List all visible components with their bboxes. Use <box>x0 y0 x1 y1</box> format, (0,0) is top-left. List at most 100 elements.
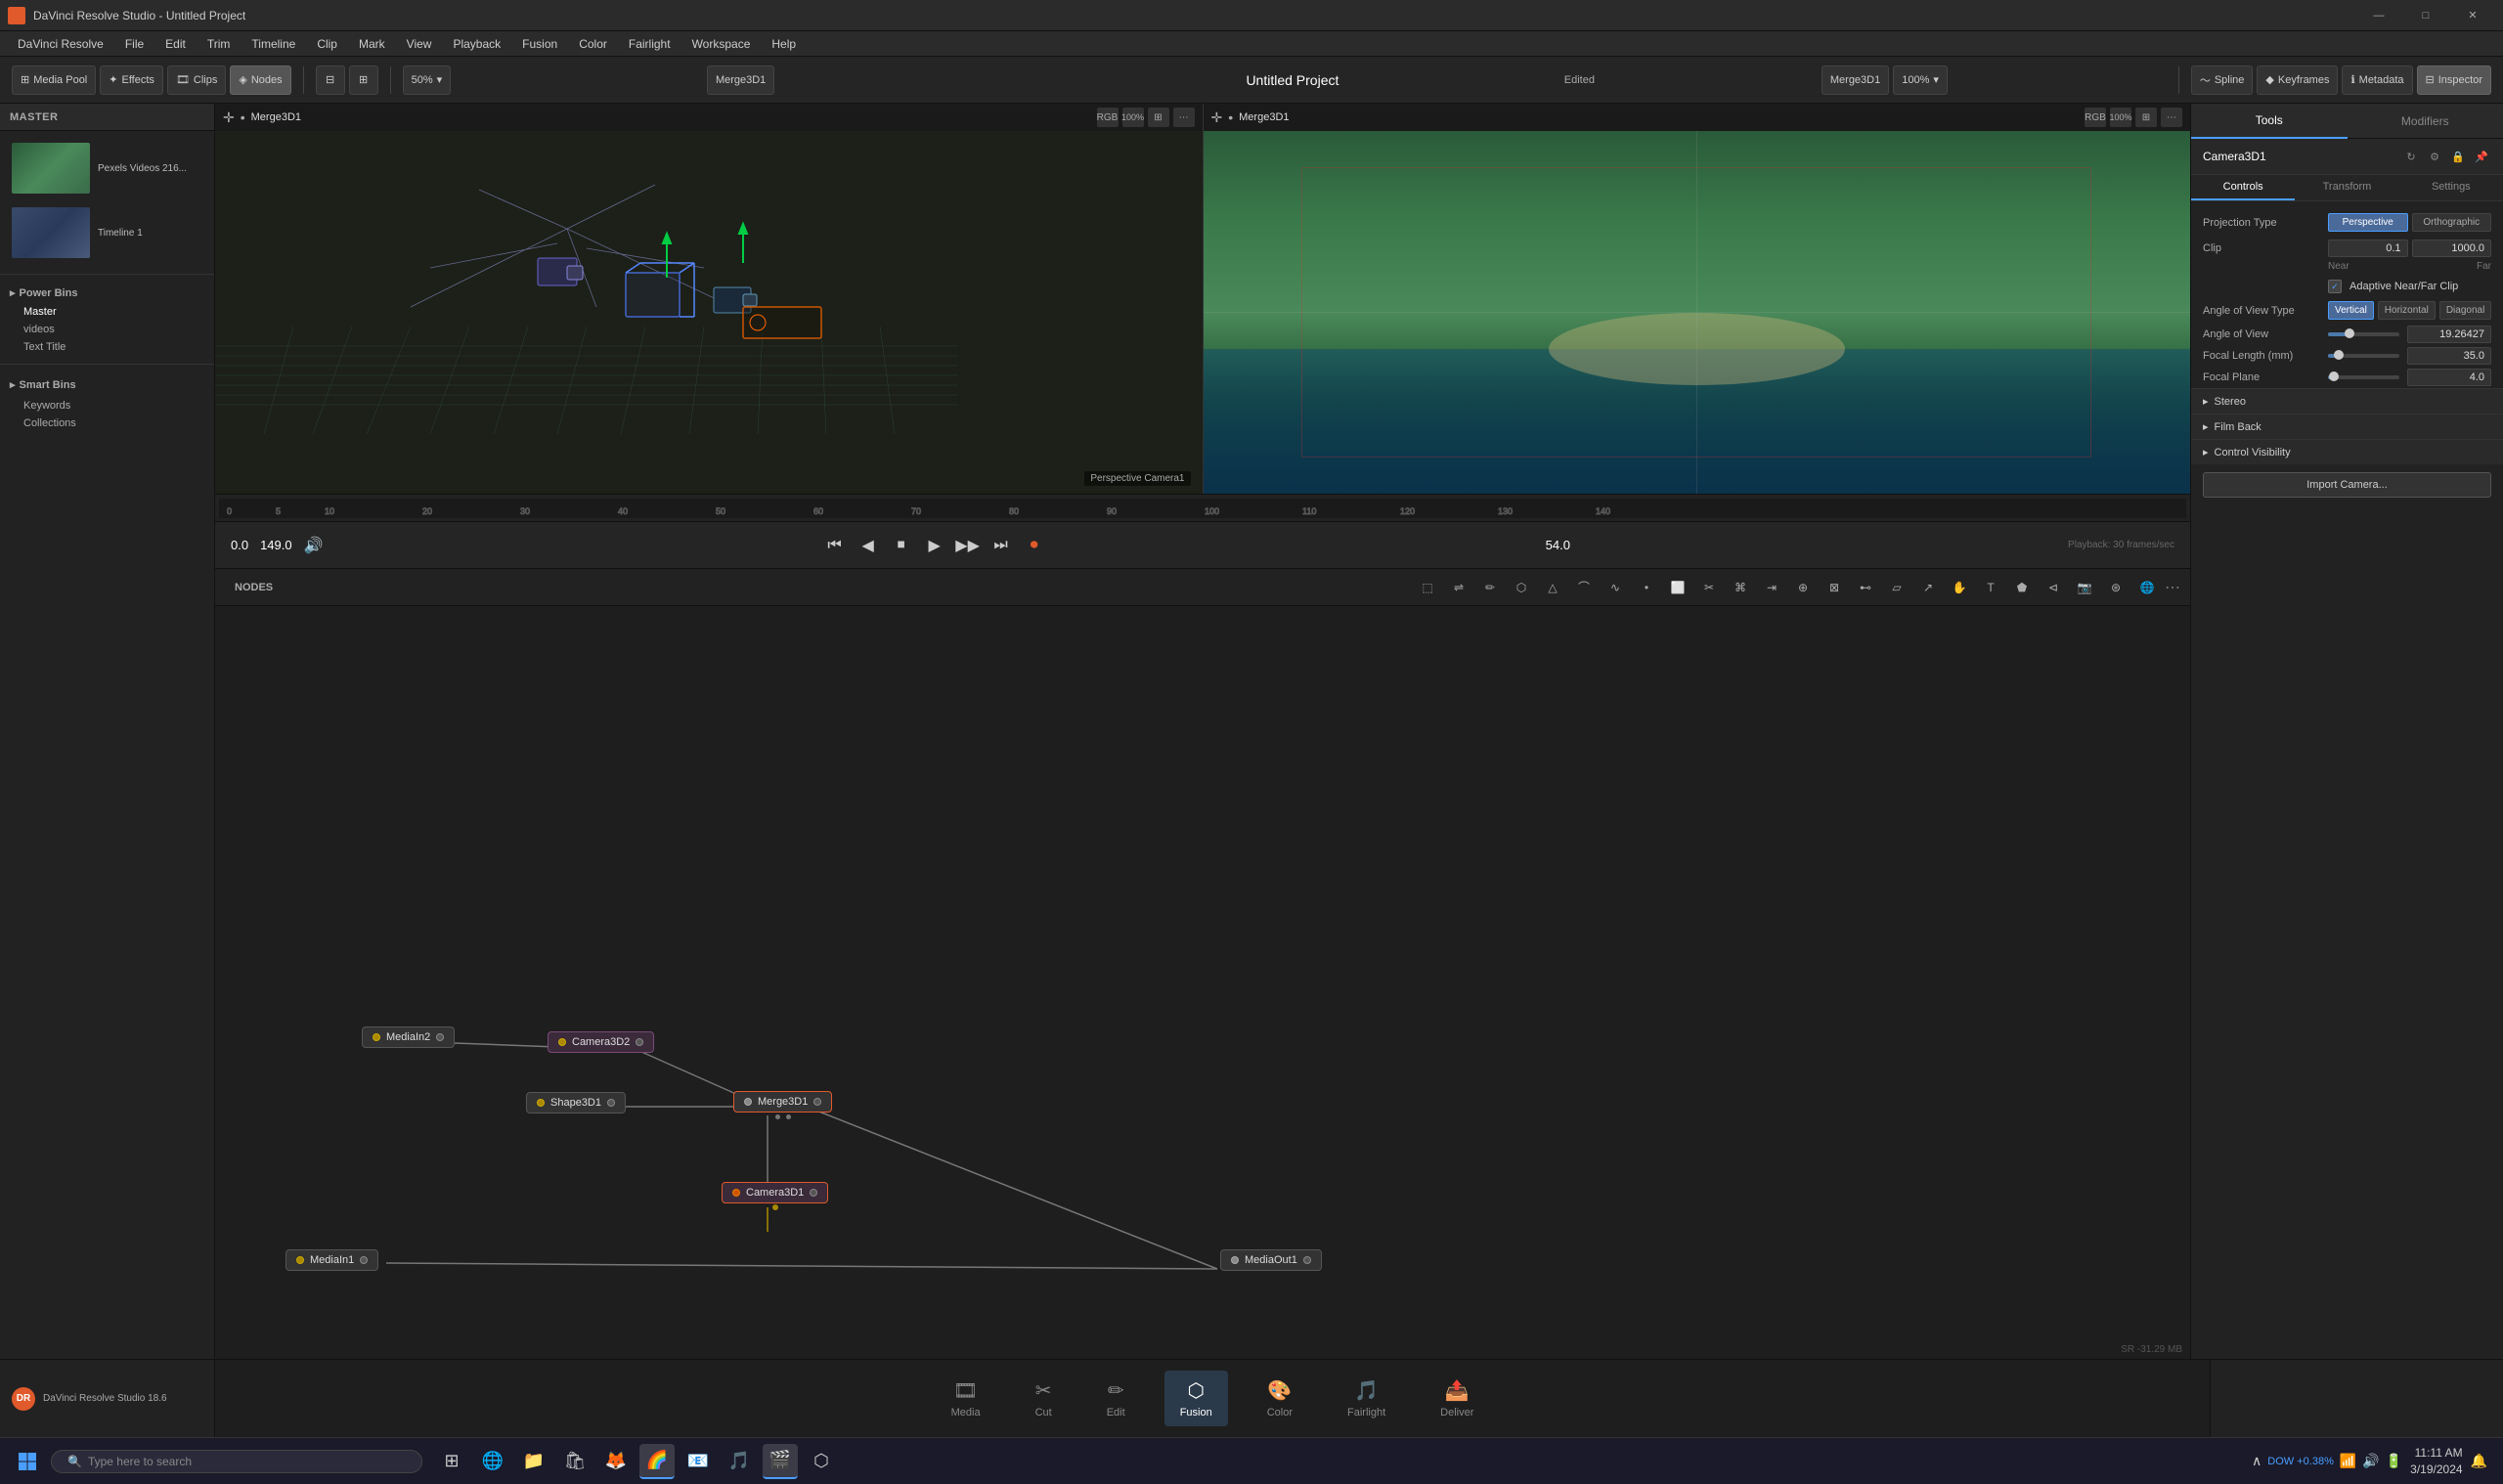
camera-settings-btn[interactable]: ⚙ <box>2425 147 2444 166</box>
menu-davinci[interactable]: DaVinci Resolve <box>8 35 113 53</box>
viewer-camera[interactable]: ✛ • Merge3D1 RGB 100% ⊞ ⋯ <box>1203 104 2191 494</box>
minimize-button[interactable]: — <box>2356 0 2401 31</box>
nodes-more-btn[interactable]: ⋯ <box>2165 578 2180 597</box>
menu-playback[interactable]: Playback <box>443 35 510 53</box>
sidebar-item-collections[interactable]: Collections <box>0 415 214 432</box>
sidebar-item-text-title[interactable]: Text Title <box>0 338 214 356</box>
aov-diagonal-btn[interactable]: Diagonal <box>2439 301 2491 320</box>
node-tool-hand[interactable]: ✋ <box>1946 575 1973 600</box>
menu-mark[interactable]: Mark <box>349 35 395 53</box>
taskbar-search-box[interactable]: 🔍 Type here to search <box>51 1450 422 1473</box>
node-shape3d1[interactable]: Shape3D1 <box>526 1092 626 1113</box>
viewer-camera-rgb-btn[interactable]: RGB <box>2085 108 2106 127</box>
firefox-icon[interactable]: 🦊 <box>598 1444 634 1479</box>
spotify-icon[interactable]: 🎵 <box>722 1444 757 1479</box>
node-tool-3d[interactable]: ⬟ <box>2008 575 2036 600</box>
focal-plane-value[interactable]: 4.0 <box>2407 369 2492 386</box>
menu-help[interactable]: Help <box>762 35 806 53</box>
zoom-dropdown[interactable]: 50% ▾ <box>403 65 452 95</box>
viewer-3d-fit-btn[interactable]: ⊞ <box>1148 108 1169 127</box>
menu-fairlight[interactable]: Fairlight <box>619 35 681 53</box>
workspace-btn-cut[interactable]: ✂ Cut <box>1020 1371 1068 1426</box>
menu-workspace[interactable]: Workspace <box>682 35 761 53</box>
node-tool-polygon[interactable]: △ <box>1539 575 1566 600</box>
camera-pin-btn[interactable]: 📌 <box>2472 147 2491 166</box>
audio-icon[interactable]: 🔊 <box>304 536 324 555</box>
node-panel[interactable]: MediaIn2 Camera3D2 Shape3D1 Merge3D1 <box>215 606 2190 1359</box>
network-icon[interactable]: 📶 <box>2340 1453 2356 1469</box>
sidebar-item-videos[interactable]: videos <box>0 321 214 338</box>
focal-length-value[interactable]: 35.0 <box>2407 347 2492 365</box>
node-tool-cut[interactable]: ✂ <box>1695 575 1723 600</box>
system-clock[interactable]: 11:11 AM 3/19/2024 <box>2410 1445 2462 1478</box>
adaptive-near-far-checkbox[interactable]: ✓ <box>2328 280 2342 293</box>
go-end-btn[interactable]: ⏭ <box>988 532 1015 559</box>
go-start-btn[interactable]: ⏮ <box>821 532 849 559</box>
menu-edit[interactable]: Edit <box>155 35 196 53</box>
menu-trim[interactable]: Trim <box>198 35 241 53</box>
camera-lock-btn[interactable]: 🔒 <box>2448 147 2468 166</box>
sidebar-item-master[interactable]: Master <box>0 303 214 321</box>
node-mediaIn1[interactable]: MediaIn1 <box>285 1249 378 1271</box>
projection-orthographic-btn[interactable]: Orthographic <box>2412 213 2492 232</box>
node-tool-paint[interactable]: ✏ <box>1476 575 1504 600</box>
camera-refresh-btn[interactable]: ↻ <box>2401 147 2421 166</box>
viewer-layout-btn[interactable]: ⊟ <box>316 65 345 95</box>
menu-color[interactable]: Color <box>569 35 617 53</box>
record-btn[interactable]: ⏺ <box>1021 532 1048 559</box>
node-tool-scene[interactable]: 🌐 <box>2133 575 2161 600</box>
node-tool-bezier[interactable]: ⌒ <box>1570 575 1598 600</box>
battery-icon[interactable]: 🔋 <box>2386 1453 2402 1469</box>
workspace-btn-deliver[interactable]: 📤 Deliver <box>1425 1371 1489 1426</box>
media-pool-btn[interactable]: ⊞ Media Pool <box>12 65 96 95</box>
aov-slider-track[interactable] <box>2328 332 2399 336</box>
node-camera3d1[interactable]: Camera3D1 <box>722 1182 828 1203</box>
nodes-btn[interactable]: ◈ Nodes <box>230 65 290 95</box>
node-tool-path[interactable]: ↗ <box>1914 575 1942 600</box>
thumbnail-item-1[interactable]: Pexels Videos 216... <box>8 139 206 197</box>
tab-modifiers[interactable]: Modifiers <box>2348 104 2503 139</box>
node-tool-overlay[interactable]: ⊕ <box>1789 575 1817 600</box>
clips-btn[interactable]: 🎞 Clips <box>167 65 226 95</box>
clip-near-value[interactable]: 0.1 <box>2328 240 2408 257</box>
edge-browser-icon[interactable]: 🌐 <box>475 1444 510 1479</box>
effects-btn[interactable]: ✦ Effects <box>100 65 163 95</box>
viewer-grid-btn[interactable]: ⊞ <box>349 65 378 95</box>
aov-value[interactable]: 19.26427 <box>2407 326 2492 343</box>
node-tool-paste[interactable]: ⌘ <box>1727 575 1754 600</box>
workspace-btn-fairlight[interactable]: 🎵 Fairlight <box>1332 1371 1401 1426</box>
node-tool-group[interactable]: ⬜ <box>1664 575 1691 600</box>
play-btn[interactable]: ▶ <box>921 532 948 559</box>
sidebar-item-keywords[interactable]: Keywords <box>0 397 214 415</box>
node-mediaOut1[interactable]: MediaOut1 <box>1220 1249 1322 1271</box>
keyframes-btn[interactable]: ◆ Keyframes <box>2257 65 2338 95</box>
film-back-section-toggle[interactable]: ▸ Film Back <box>2191 414 2503 439</box>
viewer-3d-more-btn[interactable]: ⋯ <box>1173 108 1195 127</box>
control-visibility-section-toggle[interactable]: ▸ Control Visibility <box>2191 439 2503 464</box>
menu-clip[interactable]: Clip <box>307 35 347 53</box>
viewer-camera-zoom-btn[interactable]: 100% <box>2110 108 2131 127</box>
viewer-camera-fit-btn[interactable]: ⊞ <box>2135 108 2157 127</box>
node-tool-routing[interactable]: ⇥ <box>1758 575 1785 600</box>
node-tool-tracker[interactable]: ⊠ <box>1821 575 1848 600</box>
tab-tools[interactable]: Tools <box>2191 104 2348 139</box>
workspace-btn-fusion[interactable]: ⬡ Fusion <box>1164 1371 1228 1426</box>
viewer-3d-rgb-btn[interactable]: RGB <box>1097 108 1119 127</box>
import-camera-btn[interactable]: Import Camera... <box>2203 472 2491 498</box>
menu-fusion[interactable]: Fusion <box>512 35 567 53</box>
davinci-taskbar-icon[interactable]: 🎬 <box>763 1444 798 1479</box>
store-icon[interactable]: 🛍 <box>557 1444 593 1479</box>
node-tool-mask[interactable]: ⬡ <box>1508 575 1535 600</box>
node-tool-planar[interactable]: ▱ <box>1883 575 1910 600</box>
node-camera3d2[interactable]: Camera3D2 <box>548 1031 654 1053</box>
node-tool-text[interactable]: T <box>1977 575 2004 600</box>
chrome-icon[interactable]: 🌈 <box>639 1444 675 1479</box>
extra-app-icon[interactable]: ⬡ <box>804 1444 839 1479</box>
workspace-btn-edit[interactable]: ✏ Edit <box>1091 1371 1141 1426</box>
clip-far-value[interactable]: 1000.0 <box>2412 240 2492 257</box>
aov-vertical-btn[interactable]: Vertical <box>2328 301 2374 320</box>
node-tool-bspline[interactable]: ∿ <box>1602 575 1629 600</box>
files-icon[interactable]: 📁 <box>516 1444 551 1479</box>
node-tool-render[interactable]: ⊲ <box>2040 575 2067 600</box>
node-tool-stabilize[interactable]: ⊷ <box>1852 575 1879 600</box>
